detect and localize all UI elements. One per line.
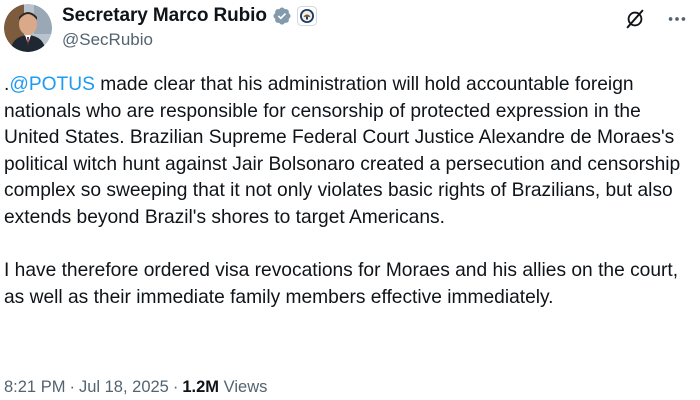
tweet-paragraph-1: .@POTUS made clear that his administrati… [4, 72, 692, 231]
tweet-actions-top [624, 8, 688, 30]
avatar-image [4, 4, 52, 52]
views-label: Views [223, 378, 268, 396]
name-row: Secretary Marco Rubio [62, 4, 317, 28]
tweet-card: Secretary Marco Rubio @SecRubio .@POTUS … [0, 0, 700, 400]
views-count: 1.2M [182, 378, 220, 396]
tweet-time[interactable]: 8:21 PM [4, 378, 65, 396]
tweet-text: .@POTUS made clear that his administrati… [4, 72, 692, 311]
state-department-seal-icon[interactable] [296, 6, 317, 26]
tweet-paragraph-1-text: made clear that his administration will … [4, 74, 681, 228]
verified-badge-icon[interactable] [272, 6, 292, 26]
handle[interactable]: @SecRubio [62, 30, 153, 50]
grok-icon[interactable] [624, 8, 646, 30]
avatar[interactable] [4, 4, 52, 52]
mention-link[interactable]: @POTUS [9, 74, 95, 95]
tweet-meta: 8:21 PM · Jul 18, 2025 · 1.2M Views [4, 378, 267, 397]
meta-separator: · [69, 378, 75, 396]
more-icon[interactable] [666, 8, 688, 30]
tweet-date[interactable]: Jul 18, 2025 [79, 378, 169, 396]
display-name[interactable]: Secretary Marco Rubio [62, 5, 267, 27]
meta-separator: · [172, 378, 179, 396]
tweet-paragraph-2: I have therefore ordered visa revocation… [4, 260, 679, 308]
